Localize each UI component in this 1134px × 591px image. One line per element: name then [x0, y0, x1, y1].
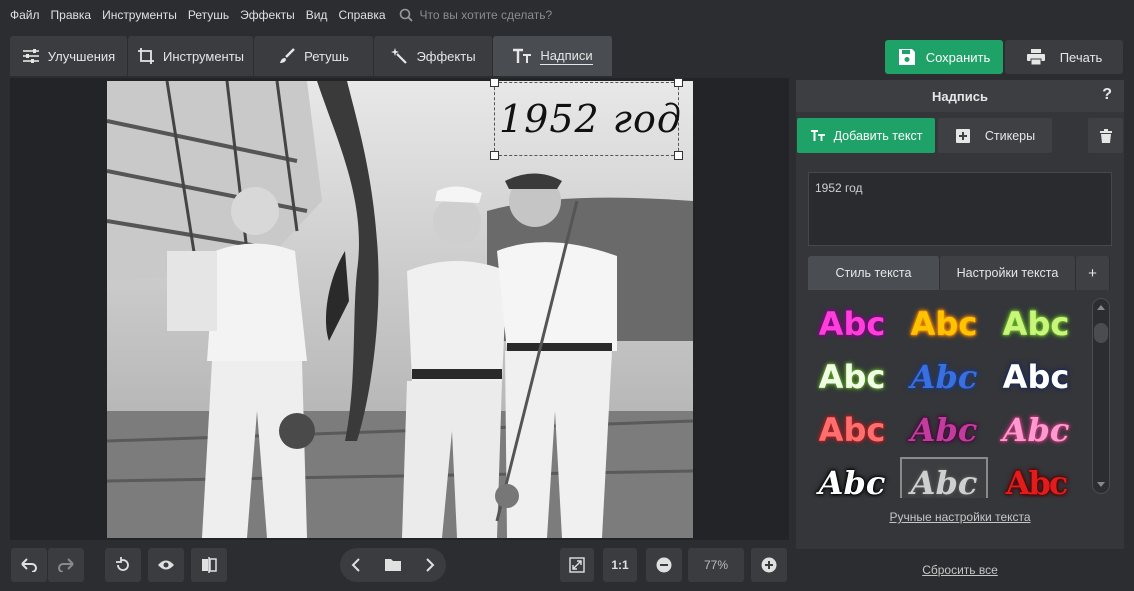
tab-label: Улучшения	[47, 48, 116, 64]
zoom-in-button[interactable]	[751, 548, 787, 582]
preview-button[interactable]	[148, 548, 184, 582]
text-style-preset[interactable]: Abc	[900, 298, 988, 350]
menu-bar: Файл Правка Инструменты Ретушь Эффекты В…	[0, 0, 1134, 30]
tab-label: Инструменты	[162, 48, 245, 64]
tab-retouch[interactable]: Ретушь	[254, 36, 374, 76]
redo-icon	[58, 558, 74, 572]
minus-circle-icon	[656, 557, 672, 573]
undo-icon	[21, 558, 37, 572]
tab-tools[interactable]: Инструменты	[128, 36, 254, 76]
plus-circle-icon	[761, 557, 777, 573]
search-icon	[399, 8, 413, 22]
resize-handle-top-right[interactable]	[674, 78, 683, 87]
text-style-preset[interactable]: Abc	[900, 404, 988, 456]
chevron-left-icon[interactable]	[351, 558, 361, 572]
zoom-level: 77%	[688, 548, 744, 582]
stickers-button[interactable]: Стикеры	[938, 118, 1052, 153]
help-button[interactable]: ?	[1102, 86, 1112, 104]
text-style-preset[interactable]: Abc	[808, 404, 896, 456]
scroll-thumb[interactable]	[1094, 323, 1108, 343]
text-styles-grid: Abc Abc Abc Abc Abc Abc Abc Abc Abc Abc Abc Abc	[808, 292, 1084, 498]
photo-navigation	[340, 548, 446, 582]
compare-button[interactable]	[191, 548, 227, 582]
tab-label: Ретушь	[304, 48, 349, 64]
styles-scrollbar[interactable]	[1092, 298, 1110, 494]
tab-text-style[interactable]: Стиль текста	[808, 256, 940, 290]
caption-text-input[interactable]: 1952 год	[808, 172, 1112, 246]
command-search[interactable]: Что вы хотите сделать?	[399, 8, 553, 22]
text-style-preset[interactable]: Abc	[992, 298, 1080, 350]
menu-retouch[interactable]: Ретушь	[188, 8, 229, 22]
search-placeholder: Что вы хотите сделать?	[419, 8, 553, 22]
add-text-button[interactable]: Добавить текст	[797, 118, 935, 153]
menu-view[interactable]: Вид	[306, 8, 328, 22]
folder-icon[interactable]	[384, 558, 402, 572]
panel-header: Надпись ?	[796, 80, 1124, 112]
scroll-down-arrow[interactable]	[1097, 482, 1105, 487]
tab-effects[interactable]: Эффекты	[374, 36, 493, 76]
rotate-icon	[116, 557, 129, 571]
tab-label: Эффекты	[416, 48, 476, 64]
save-button[interactable]: Сохранить	[885, 40, 1003, 74]
overlay-text: 1952 год	[499, 97, 682, 141]
add-sticker-icon	[955, 128, 970, 143]
delete-button[interactable]	[1088, 118, 1123, 153]
bottom-toolbar: 1:1 77%	[0, 540, 795, 591]
add-tab-button[interactable]: +	[1076, 256, 1110, 290]
crop-icon	[137, 48, 154, 64]
menu-effects[interactable]: Эффекты	[240, 8, 295, 22]
zoom-out-button[interactable]	[646, 548, 682, 582]
menu-tools[interactable]: Инструменты	[102, 8, 177, 22]
brush-icon	[280, 48, 295, 63]
save-label: Сохранить	[925, 49, 991, 65]
reset-all-link[interactable]: Сбросить все	[796, 563, 1124, 577]
text-style-preset[interactable]: Abc	[808, 351, 896, 403]
sliders-icon	[22, 49, 39, 63]
text-style-preset[interactable]: Abc	[808, 298, 896, 350]
text-style-preset[interactable]: Abc	[992, 351, 1080, 403]
panel-title: Надпись	[932, 88, 988, 104]
tab-enhancements[interactable]: Улучшения	[10, 36, 128, 76]
eye-icon	[158, 560, 174, 570]
menu-help[interactable]: Справка	[338, 8, 385, 22]
text-style-preset[interactable]: Abc	[900, 351, 988, 403]
print-button[interactable]: Печать	[1005, 40, 1123, 74]
caption-panel: Надпись ? Добавить текст Стикеры 1952 го…	[796, 80, 1124, 549]
compare-icon	[202, 557, 217, 573]
floppy-disk-icon	[898, 49, 915, 65]
trash-icon	[1099, 128, 1112, 143]
text-style-preset[interactable]: Abc	[900, 457, 988, 498]
text-style-preset[interactable]: Abc	[992, 404, 1080, 456]
magic-wand-icon	[391, 48, 408, 64]
actual-size-button[interactable]: 1:1	[603, 548, 637, 582]
add-text-label: Добавить текст	[833, 128, 923, 143]
text-settings-tabs: Стиль текста Настройки текста +	[808, 256, 1112, 290]
tab-captions[interactable]: Надписи	[493, 36, 613, 76]
menu-file[interactable]: Файл	[10, 8, 40, 22]
stickers-label: Стикеры	[984, 128, 1036, 143]
text-icon	[810, 129, 825, 141]
resize-handle-top-left[interactable]	[490, 78, 499, 87]
undo-button[interactable]	[11, 548, 47, 582]
text-icon	[513, 48, 532, 63]
main-tabs: Улучшения Инструменты Ретушь Эффекты Над…	[10, 36, 613, 78]
fit-screen-button[interactable]	[560, 548, 594, 582]
tab-label: Надписи	[540, 47, 593, 65]
photo-canvas[interactable]: 1952 год	[10, 78, 789, 540]
redo-button[interactable]	[48, 548, 84, 582]
manual-text-settings-link[interactable]: Ручные настройки текста	[796, 510, 1124, 524]
text-style-preset[interactable]: Abc	[992, 457, 1080, 498]
scroll-up-arrow[interactable]	[1097, 305, 1105, 310]
text-overlay-box[interactable]: 1952 год	[490, 78, 683, 160]
resize-handle-bottom-right[interactable]	[674, 151, 683, 160]
print-label: Печать	[1059, 49, 1103, 65]
fit-screen-icon	[569, 557, 585, 573]
text-style-preset[interactable]: Abc	[808, 457, 896, 498]
chevron-right-icon[interactable]	[425, 558, 435, 572]
menu-edit[interactable]: Правка	[51, 8, 92, 22]
resize-handle-bottom-left[interactable]	[490, 151, 499, 160]
tab-text-settings[interactable]: Настройки текста	[940, 256, 1076, 290]
printer-icon	[1026, 49, 1045, 66]
rotate-button[interactable]	[105, 548, 141, 582]
